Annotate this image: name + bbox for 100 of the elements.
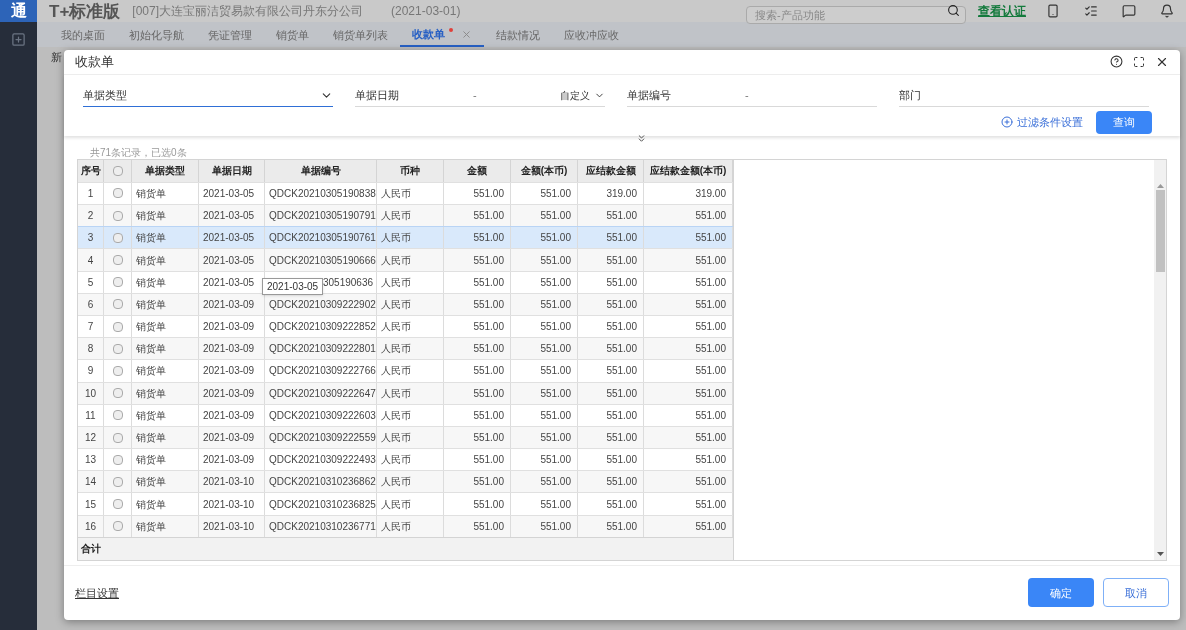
row-checkbox[interactable] xyxy=(112,410,123,421)
table-row[interactable]: 5 销货单 2021-03-05 2021-03-05 305190636 人民币 551.00 551.00 551.00 551.00 xyxy=(78,270,733,293)
table-cell-text: QDCK20210309222766 xyxy=(269,364,376,379)
row-checkbox[interactable] xyxy=(112,432,123,443)
table-cell-text: 551.00 xyxy=(540,186,571,201)
table-row[interactable]: 10 销货单 2021-03-09 QDCK20210309222647 人民币 551.00 551.00 551.00 551.00 xyxy=(78,381,733,404)
column-header[interactable]: 单据编号 xyxy=(265,159,377,182)
table-row[interactable]: 15 销货单 2021-03-10 QDCK20210310236825 人民币 551.00 551.00 551.00 551.00 xyxy=(78,492,733,515)
column-header[interactable]: 应结款金额(本币) xyxy=(644,159,733,182)
table-row[interactable]: 13 销货单 2021-03-09 QDCK20210309222493 人民币 551.00 551.00 551.00 551.00 xyxy=(78,448,733,471)
table-row[interactable]: 4 销货单 2021-03-05 QDCK20210305190666 人民币 551.00 551.00 551.00 551.00 xyxy=(78,248,733,271)
table-cell-text: QDCK20210305190761 xyxy=(269,231,376,246)
table-cell-text: 551.00 xyxy=(473,408,504,423)
table-row[interactable]: 12 销货单 2021-03-09 QDCK20210309222559 人民币 551.00 551.00 551.00 551.00 xyxy=(78,425,733,449)
table-row[interactable]: 1 销货单 2021-03-05 QDCK20210305190838 人民币 551.00 551.00 319.00 319.00 xyxy=(78,181,733,205)
table-cell-text: 销货单 xyxy=(136,297,166,312)
dialog-title: 收款单 xyxy=(75,53,114,72)
table-cell-text: 13 xyxy=(84,453,97,468)
query-button[interactable]: 查询 xyxy=(1096,110,1152,134)
scrollbar[interactable] xyxy=(1154,159,1166,560)
table-row[interactable]: 6 销货单 2021-03-09 QDCK20210309222902 人民币 551.00 551.00 551.00 551.00 xyxy=(78,292,733,315)
scroll-thumb[interactable] xyxy=(1155,189,1165,272)
row-checkbox[interactable] xyxy=(112,210,123,221)
row-checkbox[interactable] xyxy=(112,388,123,399)
column-header[interactable]: 单据类型 xyxy=(132,159,199,182)
column-settings-link[interactable]: 栏目设置 xyxy=(75,584,119,602)
table-cell-text: 551.00 xyxy=(695,231,726,246)
record-count: 共71条记录，已选0条 xyxy=(89,145,188,159)
table-cell-text: 551.00 xyxy=(695,275,726,290)
table-row[interactable]: 11 销货单 2021-03-09 QDCK20210309222603 人民币 551.00 551.00 551.00 551.00 xyxy=(78,403,733,426)
column-header[interactable]: 币种 xyxy=(377,159,444,182)
table-cell-text: 销货单 xyxy=(136,453,166,468)
table-cell-text: 551.00 xyxy=(606,231,637,246)
table-cell-text: 销货单 xyxy=(136,431,166,445)
table-row[interactable]: 9 销货单 2021-03-09 QDCK20210309222766 人民币 551.00 551.00 551.00 551.00 xyxy=(78,359,733,382)
row-checkbox[interactable] xyxy=(112,188,123,199)
table-cell-text: 551.00 xyxy=(695,342,726,357)
table-cell-text: 2021-03-09 xyxy=(203,453,255,468)
ok-button[interactable]: 确定 xyxy=(1028,578,1094,608)
table-cell-text: 人民币 xyxy=(381,342,411,357)
bell-icon[interactable] xyxy=(1160,4,1174,18)
row-checkbox[interactable] xyxy=(112,521,123,532)
logo-mark: 通 xyxy=(0,0,37,22)
table-cell-text: 1 xyxy=(87,186,94,201)
add-icon[interactable] xyxy=(11,32,26,47)
table-row[interactable]: 14 销货单 2021-03-10 QDCK20210310236862 人民币 551.00 551.00 551.00 551.00 xyxy=(78,470,733,493)
table-cell-text: 销货单 xyxy=(136,386,166,401)
total-label: 合计 xyxy=(81,542,101,557)
row-checkbox[interactable] xyxy=(112,255,123,265)
table-cell-text: 551.00 xyxy=(606,364,637,379)
table-row[interactable]: 2 销货单 2021-03-05 QDCK20210305190791 人民币 551.00 551.00 551.00 551.00 xyxy=(78,204,733,227)
row-checkbox[interactable] xyxy=(112,343,123,354)
table-cell-text: 551.00 xyxy=(473,253,504,268)
cancel-button[interactable]: 取消 xyxy=(1103,578,1169,608)
table-cell-text: QDCK20210309222493 xyxy=(269,453,376,468)
table-cell-text: 551.00 xyxy=(606,342,637,357)
select-all-checkbox[interactable] xyxy=(112,165,123,176)
table-cell-text: 人民币 xyxy=(381,475,411,490)
row-checkbox[interactable] xyxy=(112,299,123,310)
tab[interactable]: 凭证管理 xyxy=(196,23,264,47)
row-checkbox[interactable] xyxy=(112,232,123,243)
table-cell-text: 551.00 xyxy=(695,297,726,312)
filter-select[interactable]: 单据类型 xyxy=(83,84,333,107)
filter-range-field[interactable]: 单据编号 - xyxy=(627,84,877,107)
table-cell-text: 10 xyxy=(84,386,97,401)
table-cell-text: 551.00 xyxy=(540,253,571,268)
table-cell-text: 8 xyxy=(87,342,94,357)
table-cell-text: 销货单 xyxy=(136,209,166,224)
filter-text-field[interactable]: 部门 xyxy=(899,84,1149,107)
row-checkbox[interactable] xyxy=(112,454,123,465)
column-header[interactable]: 单据日期 xyxy=(199,159,265,182)
row-checkbox[interactable] xyxy=(112,499,123,510)
column-header[interactable]: 应结款金额 xyxy=(578,159,644,182)
column-header[interactable]: 金额(本币) xyxy=(511,159,578,182)
table-cell-text: 551.00 xyxy=(695,386,726,401)
table-cell-text: 551.00 xyxy=(606,408,637,423)
row-checkbox[interactable] xyxy=(112,365,123,376)
search-field[interactable]: 搜索-产品功能 xyxy=(746,6,966,24)
table-cell-text: 2021-03-10 xyxy=(203,519,255,534)
row-checkbox[interactable] xyxy=(112,277,123,288)
help-icon[interactable] xyxy=(1110,55,1123,69)
scroll-down-icon[interactable] xyxy=(1156,551,1164,556)
table-row[interactable]: 3 销货单 2021-03-05 QDCK20210305190761 人民币 551.00 551.00 551.00 551.00 xyxy=(78,226,733,249)
table-row[interactable]: 16 销货单 2021-03-10 QDCK20210310236771 人民币 551.00 551.00 551.00 551.00 xyxy=(78,514,733,537)
message-icon[interactable] xyxy=(1122,4,1136,18)
column-header[interactable]: 序号 xyxy=(78,159,104,182)
row-checkbox[interactable] xyxy=(112,476,123,487)
expand-icon[interactable] xyxy=(636,132,647,144)
checklist-icon[interactable] xyxy=(1084,4,1098,18)
table-row[interactable]: 8 销货单 2021-03-09 QDCK20210309222801 人民币 551.00 551.00 551.00 551.00 xyxy=(78,337,733,360)
tab[interactable]: 结款情况 xyxy=(484,23,552,47)
table-row[interactable]: 7 销货单 2021-03-09 QDCK20210309222852 人民币 551.00 551.00 551.00 551.00 xyxy=(78,314,733,338)
table-cell-text: 551.00 xyxy=(606,253,637,268)
filter-settings-link[interactable]: 过滤条件设置 xyxy=(1001,113,1083,131)
row-checkbox[interactable] xyxy=(112,321,123,332)
column-header[interactable]: 金额 xyxy=(444,159,511,182)
search-icon[interactable] xyxy=(947,4,960,17)
filter-range-field[interactable]: 单据日期 - 自定义 xyxy=(355,84,605,107)
fullscreen-icon[interactable] xyxy=(1133,55,1145,68)
phone-icon[interactable] xyxy=(1046,4,1060,18)
